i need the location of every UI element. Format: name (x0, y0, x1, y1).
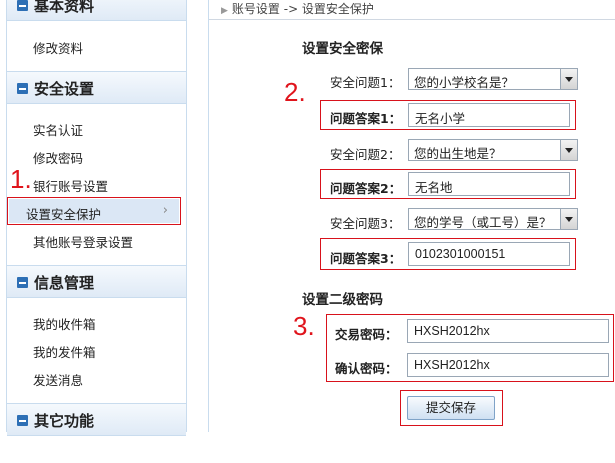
section-title: 信息管理 (34, 274, 95, 292)
chevron-right-icon: › (162, 203, 168, 218)
minus-square-icon (17, 415, 28, 426)
dropdown-arrow-icon[interactable] (560, 69, 577, 89)
security-questions-title: 设置安全密保 (302, 41, 383, 57)
answer-3-input[interactable]: 0102301000151 (408, 242, 570, 266)
select-value: 您的小学校名是？ (414, 75, 515, 90)
submit-highlight: 提交保存 (400, 390, 503, 426)
confirm-password-label: 确认密码： (335, 361, 398, 376)
dropdown-arrow-icon[interactable] (560, 209, 577, 229)
minus-square-icon (17, 83, 28, 94)
sidebar-item-inbox[interactable]: 我的收件箱 (33, 314, 96, 333)
section-header-basic-info[interactable]: 基本资料 (7, 0, 186, 21)
minus-square-icon (17, 277, 28, 288)
answer-2-label: 问题答案2： (330, 181, 402, 196)
sidebar-item-other-login[interactable]: 其他账号登录设置 (33, 232, 133, 251)
trade-password-label: 交易密码： (335, 327, 398, 342)
divider (208, 0, 209, 432)
breadcrumb-triangle-icon: ▶ (221, 6, 228, 16)
section-header-messages[interactable]: 信息管理 (7, 265, 186, 298)
dropdown-arrow-icon[interactable] (560, 140, 577, 160)
sidebar-item-label: 设置安全保护 (26, 207, 102, 222)
answer-2-input[interactable]: 无名地 (408, 172, 570, 196)
confirm-password-input[interactable]: HXSH2012hx (407, 353, 609, 377)
question-3-label: 安全问题3： (330, 216, 401, 231)
select-value: 您的出生地是？ (414, 146, 502, 161)
section-title: 其它功能 (34, 412, 95, 430)
question-1-select[interactable]: 您的小学校名是？ (408, 68, 578, 90)
section-title: 基本资料 (34, 0, 95, 15)
secondary-password-title: 设置二级密码 (302, 292, 383, 308)
sidebar-item-outbox[interactable]: 我的发件箱 (33, 342, 96, 361)
breadcrumb: ▶ 账号设置 -> 设置安全保护 (221, 0, 374, 17)
sidebar-item-real-name[interactable]: 实名认证 (33, 120, 83, 139)
sidebar-item-bank-account[interactable]: 银行账号设置 (33, 176, 108, 195)
step-marker-2: 2. (284, 77, 306, 107)
question-3-select[interactable]: 您的学号（或工号）是？ (408, 208, 578, 230)
breadcrumb-text: 账号设置 -> 设置安全保护 (231, 2, 374, 16)
submit-save-button[interactable]: 提交保存 (407, 396, 495, 420)
step-marker-3: 3. (293, 311, 315, 341)
sidebar-item-security-protection[interactable]: 设置安全保护 › (7, 197, 181, 225)
section-header-security[interactable]: 安全设置 (7, 71, 186, 104)
answer-3-label: 问题答案3： (330, 251, 402, 266)
question-2-label: 安全问题2： (330, 147, 401, 162)
sidebar-item-edit-profile[interactable]: 修改资料 (33, 38, 83, 57)
answer-1-input[interactable]: 无名小学 (408, 103, 570, 127)
answer-1-label: 问题答案1： (330, 111, 402, 126)
select-value: 您的学号（或工号）是？ (414, 215, 552, 230)
section-title: 安全设置 (34, 80, 95, 98)
breadcrumb-underline (209, 19, 615, 20)
trade-password-input[interactable]: HXSH2012hx (407, 319, 609, 343)
sidebar-item-send-message[interactable]: 发送消息 (33, 370, 83, 389)
section-header-other[interactable]: 其它功能 (7, 403, 186, 436)
question-1-label: 安全问题1： (330, 75, 401, 90)
step-marker-1: 1. (10, 164, 32, 194)
sidebar-item-change-password[interactable]: 修改密码 (33, 148, 83, 167)
question-2-select[interactable]: 您的出生地是？ (408, 139, 578, 161)
minus-square-icon (17, 0, 28, 11)
